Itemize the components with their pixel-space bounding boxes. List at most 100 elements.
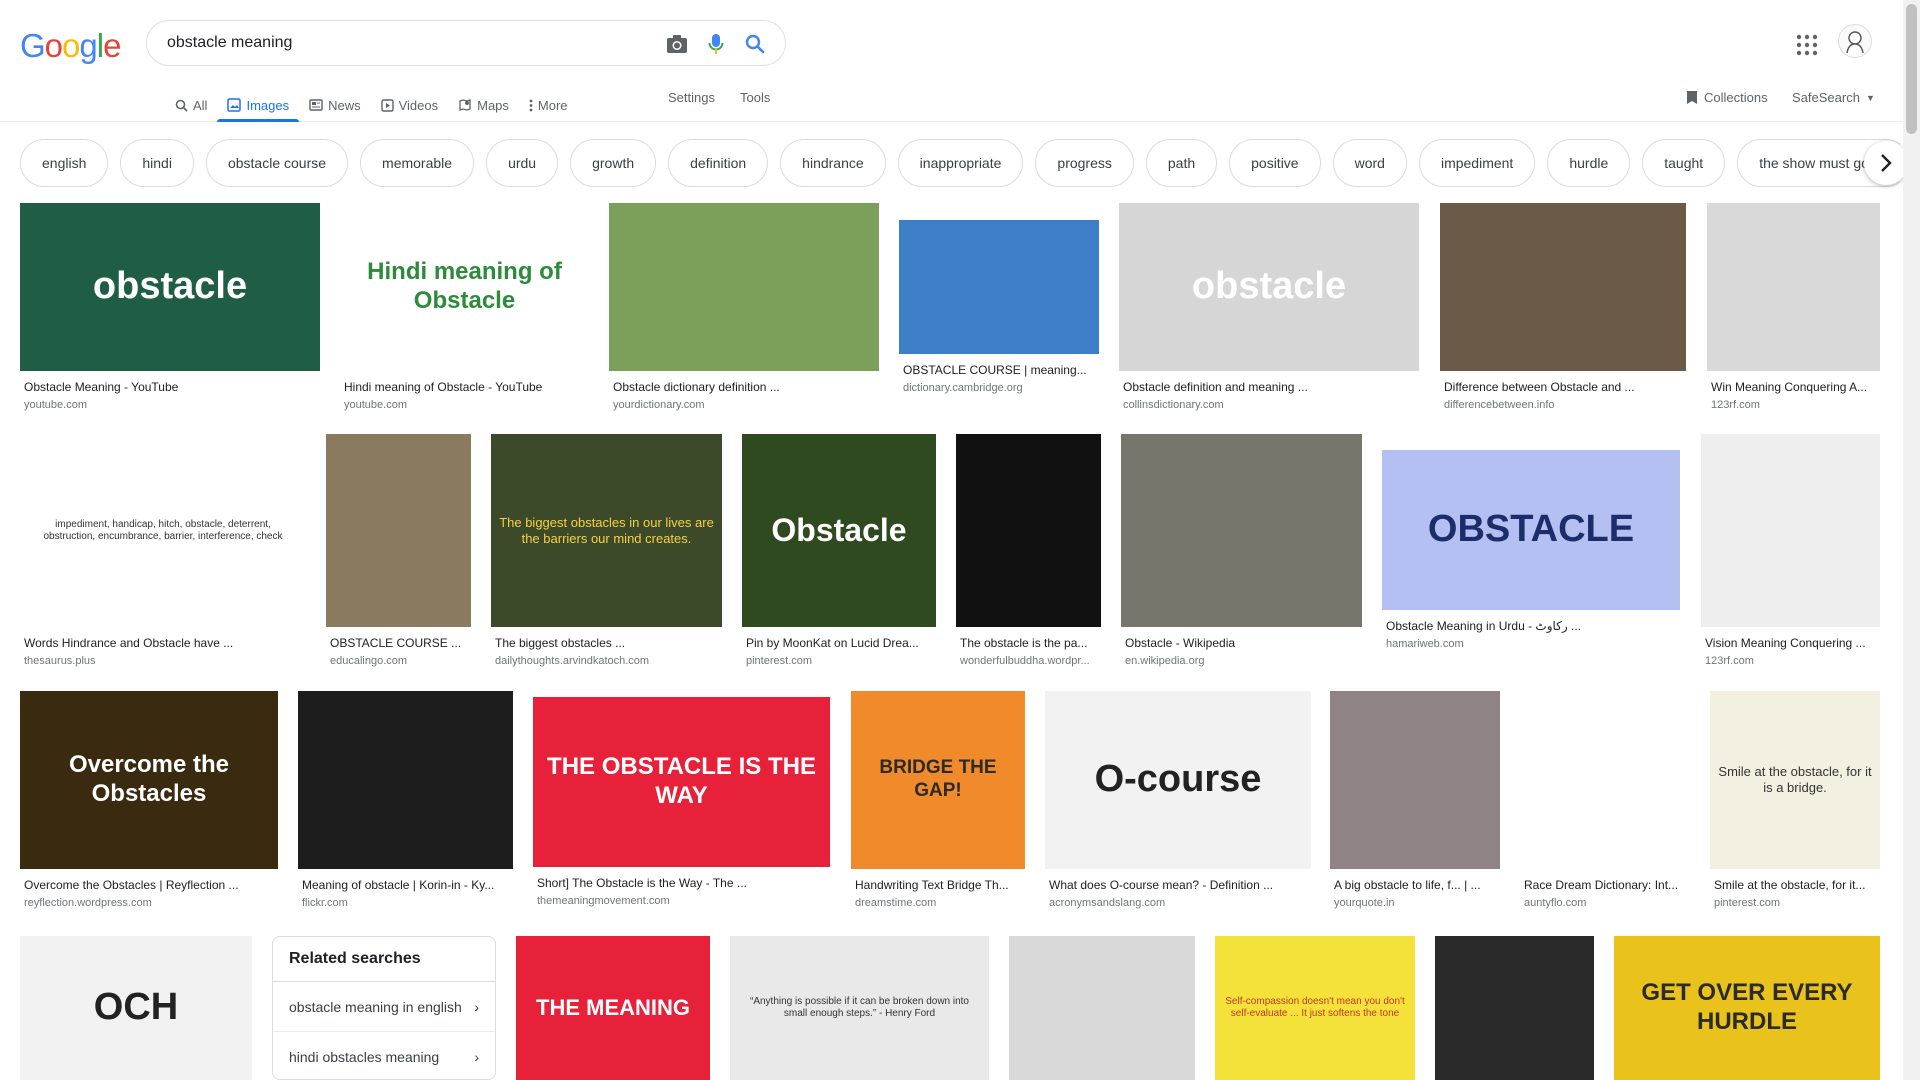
- result-source[interactable]: en.wikipedia.org: [1125, 654, 1358, 668]
- result-title[interactable]: Words Hindrance and Obstacle have ...: [24, 635, 302, 651]
- chip[interactable]: hindrance: [780, 139, 886, 187]
- result-source[interactable]: hamariweb.com: [1386, 637, 1676, 651]
- image-result[interactable]: Obstacle - Wikipedia en.wikipedia.org: [1121, 434, 1362, 683]
- result-source[interactable]: wonderfulbuddha.wordpr...: [960, 654, 1097, 668]
- result-thumbnail[interactable]: obstacle: [20, 203, 320, 371]
- result-thumbnail[interactable]: [1009, 936, 1195, 1080]
- related-item[interactable]: obstacle meaning in english ›: [273, 982, 495, 1032]
- result-source[interactable]: youtube.com: [24, 398, 316, 412]
- chip[interactable]: word: [1332, 139, 1407, 187]
- result-title[interactable]: Win Meaning Conquering A...: [1711, 379, 1876, 395]
- image-result[interactable]: Obstacle dictionary definition ... yourdi…: [609, 203, 879, 427]
- image-result[interactable]: O-course What does O-course mean? - Defin…: [1045, 691, 1311, 925]
- result-thumbnail[interactable]: [1330, 691, 1500, 869]
- result-source[interactable]: dictionary.cambridge.org: [903, 381, 1095, 395]
- image-result[interactable]: GET OVER EVERY HURDLE: [1614, 936, 1880, 1080]
- result-source[interactable]: reyflection.wordpress.com: [24, 896, 274, 910]
- result-source[interactable]: yourquote.in: [1334, 896, 1496, 910]
- image-result[interactable]: [1435, 936, 1594, 1080]
- result-title[interactable]: Overcome the Obstacles | Reyflection ...: [24, 877, 274, 893]
- result-source[interactable]: educalingo.com: [330, 654, 467, 668]
- result-source[interactable]: acronymsandslang.com: [1049, 896, 1307, 910]
- tab-all[interactable]: All: [165, 88, 217, 122]
- scrollbar-thumb[interactable]: [1906, 4, 1917, 134]
- result-thumbnail[interactable]: [1520, 691, 1690, 869]
- chip[interactable]: memorable: [360, 139, 475, 187]
- result-title[interactable]: Vision Meaning Conquering ...: [1705, 635, 1876, 651]
- result-thumbnail[interactable]: [326, 434, 471, 627]
- result-thumbnail[interactable]: GET OVER EVERY HURDLE: [1614, 936, 1880, 1080]
- microphone-icon[interactable]: [704, 32, 728, 56]
- result-thumbnail[interactable]: THE MEANING: [516, 936, 710, 1080]
- result-source[interactable]: collinsdictionary.com: [1123, 398, 1415, 412]
- result-source[interactable]: themeaningmovement.com: [537, 894, 826, 908]
- result-thumbnail[interactable]: impediment, handicap, hitch, obstacle, d…: [20, 434, 306, 627]
- result-source[interactable]: thesaurus.plus: [24, 654, 302, 668]
- result-thumbnail[interactable]: Hindi meaning of Obstacle: [340, 203, 589, 371]
- result-title[interactable]: Handwriting Text Bridge Th...: [855, 877, 1021, 893]
- chip[interactable]: taught: [1642, 139, 1726, 187]
- result-title[interactable]: Difference between Obstacle and ...: [1444, 379, 1682, 395]
- tab-images[interactable]: Images: [217, 88, 299, 122]
- image-result[interactable]: Difference between Obstacle and ... diffe…: [1440, 203, 1686, 427]
- image-result[interactable]: obstacle Obstacle definition and meaning …: [1119, 203, 1419, 427]
- image-result[interactable]: Meaning of obstacle | Korin-in - Ky... fl…: [298, 691, 513, 925]
- related-item[interactable]: hindi obstacles meaning ›: [273, 1032, 495, 1079]
- result-source[interactable]: yourdictionary.com: [613, 398, 875, 412]
- chip[interactable]: positive: [1229, 139, 1321, 187]
- result-source[interactable]: 123rf.com: [1711, 398, 1876, 412]
- result-title[interactable]: What does O-course mean? - Definition ..…: [1049, 877, 1307, 893]
- chip[interactable]: inappropriate: [897, 139, 1024, 187]
- image-result[interactable]: Hindi meaning of Obstacle Hindi meaning o…: [340, 203, 589, 427]
- result-thumbnail[interactable]: [1121, 434, 1362, 627]
- search-input[interactable]: [167, 32, 647, 54]
- result-thumbnail[interactable]: The biggest obstacles in our lives are t…: [491, 434, 722, 627]
- result-title[interactable]: Obstacle definition and meaning ...: [1123, 379, 1415, 395]
- chip[interactable]: path: [1145, 139, 1218, 187]
- result-thumbnail[interactable]: [1707, 203, 1880, 371]
- image-result[interactable]: OCH: [20, 936, 252, 1080]
- result-thumbnail[interactable]: Obstacle: [742, 434, 936, 627]
- result-thumbnail[interactable]: THE OBSTACLE IS THE WAY: [533, 697, 830, 867]
- result-source[interactable]: pinterest.com: [746, 654, 932, 668]
- result-title[interactable]: Race Dream Dictionary: Int...: [1524, 877, 1686, 893]
- result-title[interactable]: The biggest obstacles ...: [495, 635, 718, 651]
- image-result[interactable]: OBSTACLE COURSE | meaning... dictionary.c…: [899, 220, 1099, 410]
- image-result[interactable]: Overcome the Obstacles Overcome the Obsta…: [20, 691, 278, 925]
- result-thumbnail[interactable]: Overcome the Obstacles: [20, 691, 278, 869]
- chip[interactable]: growth: [570, 139, 657, 187]
- result-source[interactable]: pinterest.com: [1714, 896, 1876, 910]
- tab-videos[interactable]: Videos: [371, 88, 449, 122]
- image-result[interactable]: Vision Meaning Conquering ... 123rf.com: [1701, 434, 1880, 683]
- result-thumbnail[interactable]: O-course: [1045, 691, 1311, 869]
- result-title[interactable]: The obstacle is the pa...: [960, 635, 1097, 651]
- image-result[interactable]: “Anything is possible if it can be broke…: [730, 936, 989, 1080]
- result-title[interactable]: Obstacle Meaning in Urdu - رکاوٹ ...: [1386, 618, 1676, 634]
- result-thumbnail[interactable]: [609, 203, 879, 371]
- result-title[interactable]: Pin by MoonKat on Lucid Drea...: [746, 635, 932, 651]
- result-thumbnail[interactable]: [1701, 434, 1880, 627]
- image-result[interactable]: Race Dream Dictionary: Int... auntyflo.co…: [1520, 691, 1690, 925]
- chip[interactable]: definition: [668, 139, 769, 187]
- result-source[interactable]: auntyflo.com: [1524, 896, 1686, 910]
- image-result[interactable]: Win Meaning Conquering A... 123rf.com: [1707, 203, 1880, 427]
- result-source[interactable]: dailythoughts.arvindkatoch.com: [495, 654, 718, 668]
- result-title[interactable]: OBSTACLE COURSE | meaning...: [903, 362, 1095, 378]
- chip[interactable]: hurdle: [1547, 139, 1631, 187]
- chip[interactable]: hindi: [120, 139, 194, 187]
- result-thumbnail[interactable]: obstacle: [1119, 203, 1419, 371]
- image-result[interactable]: THE OBSTACLE IS THE WAY Short] The Obstac…: [533, 697, 830, 923]
- google-logo[interactable]: Google: [20, 27, 121, 65]
- result-thumbnail[interactable]: [899, 220, 1099, 354]
- chip[interactable]: obstacle course: [205, 139, 349, 187]
- result-title[interactable]: Hindi meaning of Obstacle - YouTube: [344, 379, 585, 395]
- result-thumbnail[interactable]: Smile at the obstacle, for it is a bridg…: [1710, 691, 1880, 869]
- chip[interactable]: impediment: [1418, 139, 1536, 187]
- chip[interactable]: english: [20, 139, 109, 187]
- image-result[interactable]: Self-compassion doesn't mean you don't s…: [1215, 936, 1415, 1080]
- result-thumbnail[interactable]: [1440, 203, 1686, 371]
- result-title[interactable]: Obstacle Meaning - YouTube: [24, 379, 316, 395]
- result-title[interactable]: OBSTACLE COURSE ...: [330, 635, 467, 651]
- image-result[interactable]: THE MEANING: [516, 936, 710, 1080]
- result-thumbnail[interactable]: OCH: [20, 936, 252, 1080]
